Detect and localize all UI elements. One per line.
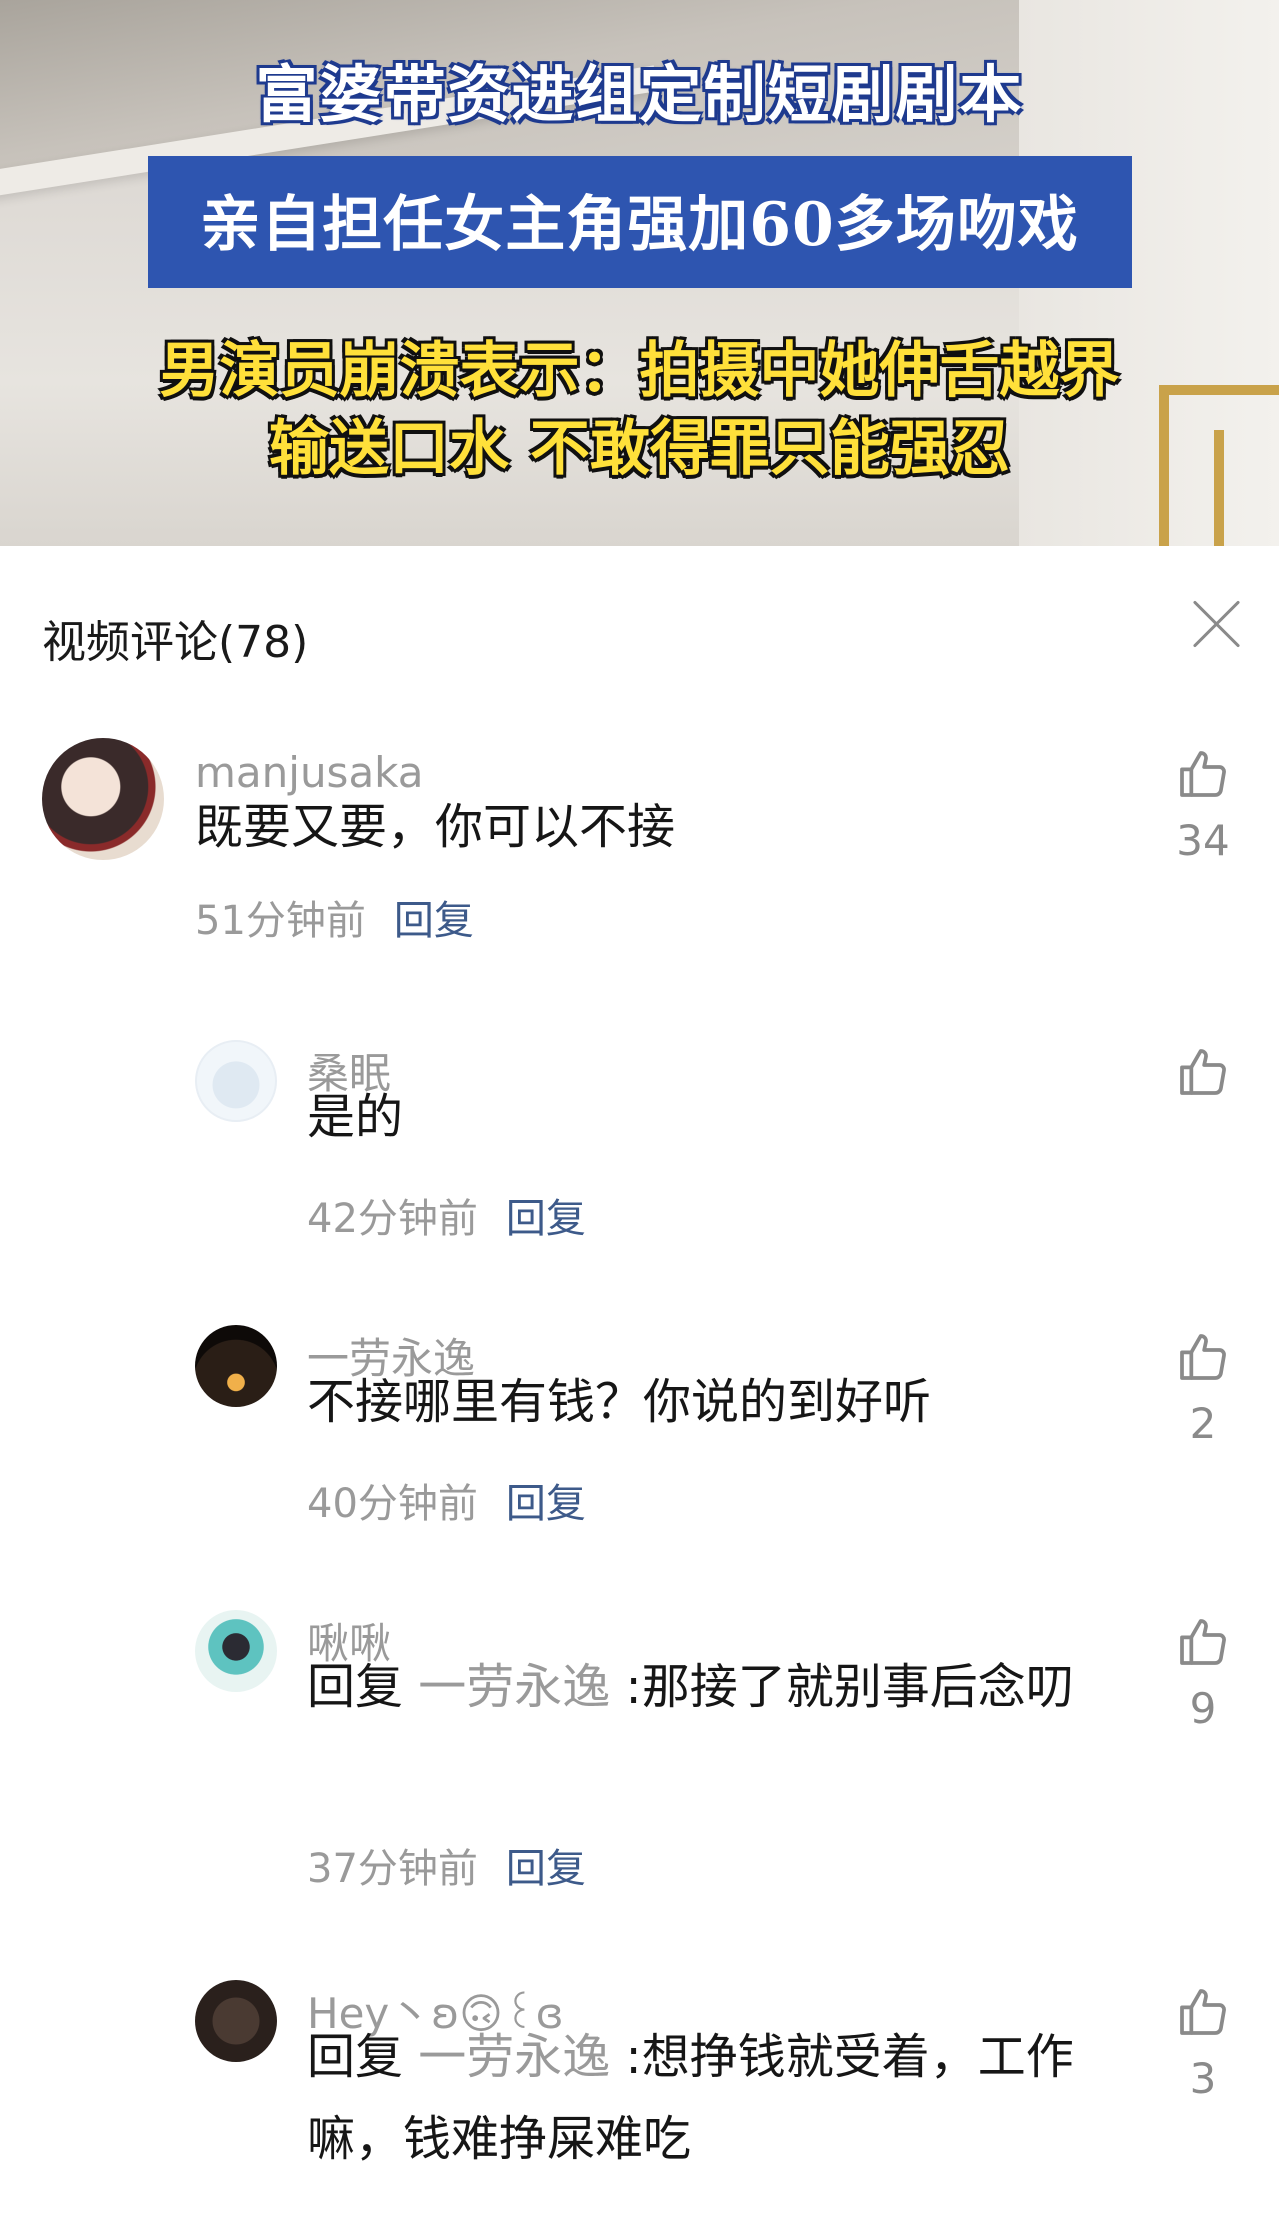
like-count: 3 [1189, 2054, 1217, 2103]
headline-line-2: 亲自担任女主角强加60多场吻戏 [200, 190, 1079, 260]
thumbs-up-icon [1180, 1619, 1226, 1665]
comment-time: 51分钟前 [195, 898, 366, 944]
comment-time: 37分钟前 [307, 1846, 478, 1892]
headline-line-4: 输送口水 不敢得罪只能强忍 [269, 414, 1010, 484]
reply-prefix: 回复 [307, 1659, 419, 1715]
thumbs-up-icon [1180, 1989, 1226, 2035]
like-button[interactable]: 9 [1168, 1614, 1238, 1733]
comment-text: 是的 [307, 1089, 404, 1145]
reply-target-user[interactable]: 一劳永逸 [418, 2029, 610, 2085]
comment-meta: 40分钟前 回复 [307, 1471, 586, 1529]
reply-prefix: 回复 [307, 2029, 419, 2085]
reply-item: 啾啾 回复 一劳永逸 :那接了就别事后念叨 37分钟前 回复 9 [0, 1610, 1279, 1950]
comments-title: 视频评论(78) [42, 617, 309, 668]
like-button[interactable] [1168, 1044, 1238, 1162]
thumbs-up-icon [1180, 1049, 1226, 1095]
close-icon[interactable] [1188, 596, 1244, 652]
reply-button[interactable]: 回复 [506, 1196, 586, 1242]
like-count: 2 [1189, 1399, 1217, 1448]
comment-meta: 42分钟前 回复 [307, 1186, 586, 1244]
like-count: 34 [1176, 816, 1230, 865]
comment-item: manjusaka 既要又要，你可以不接 51分钟前 回复 34 [0, 738, 1279, 998]
comment-text: 回复 一劳永逸 :那接了就别事后念叨 [307, 1646, 1087, 1728]
avatar[interactable] [195, 1040, 277, 1122]
reply-button[interactable]: 回复 [506, 1481, 586, 1527]
comment-text: 回复 一劳永逸 :想挣钱就受着，工作嘛，钱难挣屎难吃 [307, 2016, 1087, 2180]
avatar[interactable] [195, 1325, 277, 1407]
comment-time: 40分钟前 [307, 1481, 478, 1527]
like-count [1168, 1114, 1238, 1162]
comments-header: 视频评论(78) [0, 546, 1279, 716]
comment-time: 42分钟前 [307, 1196, 478, 1242]
video-banner[interactable]: 富婆带资进组定制短剧剧本 亲自担任女主角强加60多场吻戏 男演员崩溃表示：拍摄中… [0, 0, 1279, 546]
comment-meta: 51分钟前 回复 [195, 888, 474, 946]
reply-button[interactable]: 回复 [506, 1846, 586, 1892]
reply-item: Hey丶ʚ🙃꒰ɞ 回复 一劳永逸 :想挣钱就受着，工作嘛，钱难挣屎难吃 3 [0, 1980, 1279, 2219]
like-button[interactable]: 2 [1168, 1329, 1238, 1448]
like-count: 9 [1189, 1684, 1217, 1733]
reply-target-user[interactable]: 一劳永逸 [418, 1659, 610, 1715]
thumbs-up-icon [1180, 1334, 1226, 1380]
thumbs-up-icon [1180, 751, 1226, 797]
reply-item: 一劳永逸 不接哪里有钱？你说的到好听 40分钟前 回复 2 [0, 1325, 1279, 1585]
like-button[interactable]: 34 [1168, 746, 1238, 865]
comment-text: 既要又要，你可以不接 [195, 799, 676, 855]
reply-button[interactable]: 回复 [394, 898, 474, 944]
avatar[interactable] [195, 1610, 277, 1692]
reply-body: :那接了就别事后念叨 [610, 1659, 1074, 1715]
avatar[interactable] [195, 1980, 277, 2062]
like-button[interactable]: 3 [1168, 1984, 1238, 2103]
headline-line-3: 男演员崩溃表示：拍摄中她伸舌越界 [159, 336, 1120, 406]
reply-item: 桑眠 是的 42分钟前 回复 [0, 1040, 1279, 1300]
comment-meta: 37分钟前 回复 [307, 1836, 586, 1894]
comment-text: 不接哪里有钱？你说的到好听 [307, 1374, 932, 1430]
headline-line-1: 富婆带资进组定制短剧剧本 [255, 58, 1024, 131]
avatar[interactable] [42, 738, 164, 860]
